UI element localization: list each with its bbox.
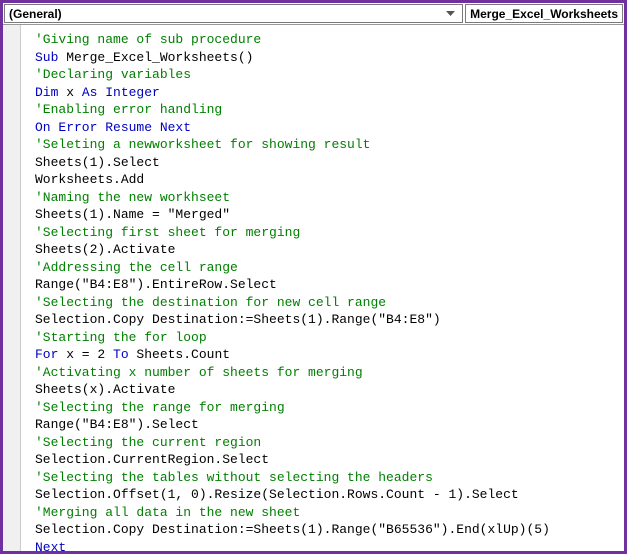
code-line: Sheets(1).Select <box>35 154 550 172</box>
code-line: Sheets(x).Activate <box>35 381 550 399</box>
chevron-down-icon <box>442 6 458 22</box>
code-line: On Error Resume Next <box>35 119 550 137</box>
code-area[interactable]: 'Giving name of sub procedureSub Merge_E… <box>21 25 554 551</box>
code-line: Dim x As Integer <box>35 84 550 102</box>
procedure-dropdown-label: Merge_Excel_Worksheets <box>470 7 618 21</box>
code-line: Selection.Copy Destination:=Sheets(1).Ra… <box>35 521 550 539</box>
code-line: 'Enabling error handling <box>35 101 550 119</box>
procedure-dropdown[interactable]: Merge_Excel_Worksheets <box>465 4 623 23</box>
code-line: Selection.Copy Destination:=Sheets(1).Ra… <box>35 311 550 329</box>
code-line: 'Selecting the current region <box>35 434 550 452</box>
code-line: Next <box>35 539 550 552</box>
code-line: 'Selecting the destination for new cell … <box>35 294 550 312</box>
object-dropdown[interactable]: (General) <box>4 4 463 23</box>
editor-wrap: 'Giving name of sub procedureSub Merge_E… <box>3 25 624 551</box>
code-line: 'Activating x number of sheets for mergi… <box>35 364 550 382</box>
code-line: Range("B4:E8").Select <box>35 416 550 434</box>
code-line: 'Seleting a newworksheet for showing res… <box>35 136 550 154</box>
header-bar: (General) Merge_Excel_Worksheets <box>3 3 624 25</box>
code-line: Selection.Offset(1, 0).Resize(Selection.… <box>35 486 550 504</box>
code-line: Worksheets.Add <box>35 171 550 189</box>
code-margin <box>3 25 21 551</box>
code-line: Range("B4:E8").EntireRow.Select <box>35 276 550 294</box>
code-line: 'Selecting first sheet for merging <box>35 224 550 242</box>
code-line: 'Selecting the range for merging <box>35 399 550 417</box>
code-line: For x = 2 To Sheets.Count <box>35 346 550 364</box>
code-line: 'Naming the new workhseet <box>35 189 550 207</box>
code-line: Sub Merge_Excel_Worksheets() <box>35 49 550 67</box>
code-line: 'Merging all data in the new sheet <box>35 504 550 522</box>
code-line: Sheets(1).Name = "Merged" <box>35 206 550 224</box>
code-line: 'Declaring variables <box>35 66 550 84</box>
code-line: 'Giving name of sub procedure <box>35 31 550 49</box>
code-line: 'Selecting the tables without selecting … <box>35 469 550 487</box>
code-line: 'Addressing the cell range <box>35 259 550 277</box>
code-line: Selection.CurrentRegion.Select <box>35 451 550 469</box>
code-line: Sheets(2).Activate <box>35 241 550 259</box>
code-line: 'Starting the for loop <box>35 329 550 347</box>
object-dropdown-label: (General) <box>9 7 62 21</box>
